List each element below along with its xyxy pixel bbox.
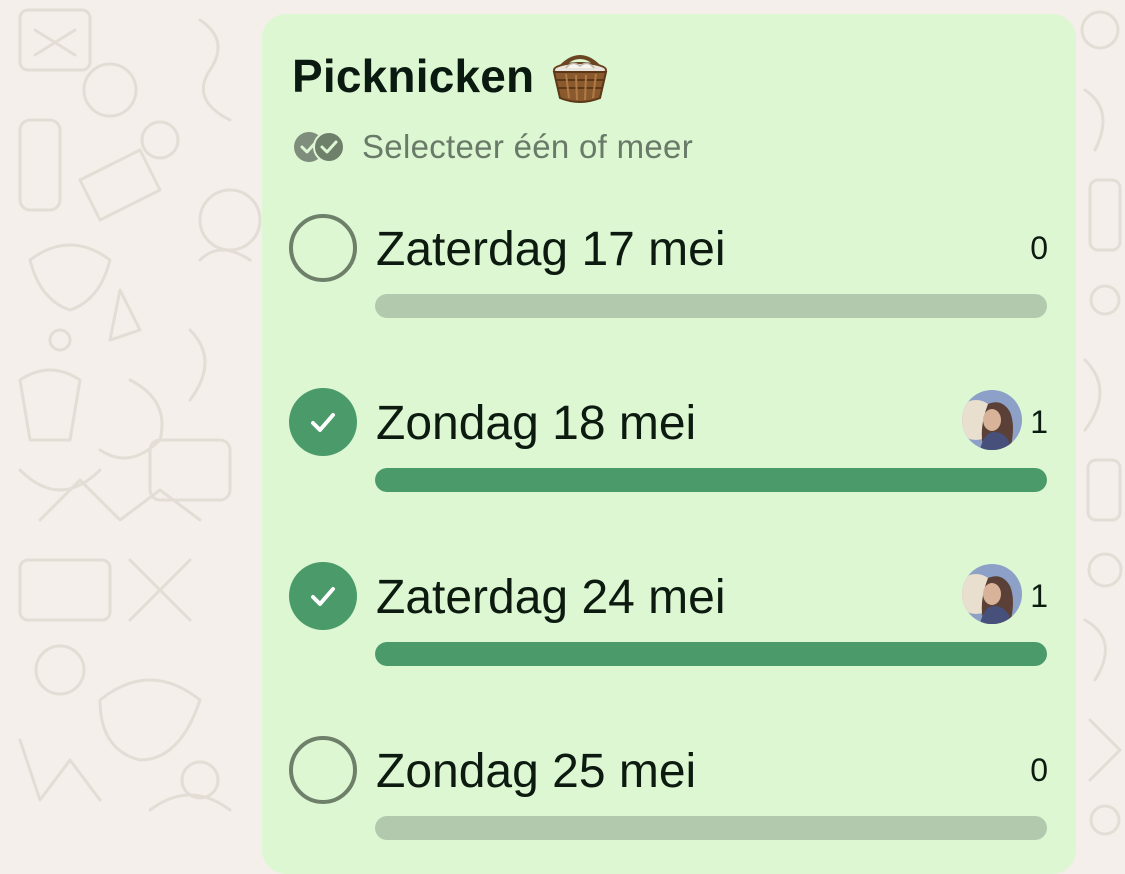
option-radio-unchecked[interactable] [289,736,357,804]
option-label: Zaterdag 24 mei [376,571,726,624]
option-vote-count: 0 [1030,752,1048,788]
option-vote-count: 1 [1030,578,1048,614]
poll-option[interactable]: Zondag 18 mei 1 [262,384,1076,504]
checkmark-icon [311,413,335,432]
poll-title: Picknicken [292,48,612,104]
poll-message-bubble: Picknicken Selecteer één of meer Zaterda… [262,14,1076,874]
option-progress-bar [375,294,1047,318]
option-vote-count: 1 [1030,404,1048,440]
poll-option[interactable]: Zaterdag 24 mei 1 [262,558,1076,678]
poll-option[interactable]: Zondag 25 mei 0 [262,732,1076,852]
option-radio-checked[interactable] [289,388,357,456]
checkmark-icon [311,587,335,606]
option-progress-fill [375,642,1047,666]
option-vote-count: 0 [1030,230,1048,266]
option-progress-bar [375,468,1047,492]
poll-title-text: Picknicken [292,50,535,102]
basket-icon [553,55,608,103]
option-radio-checked[interactable] [289,562,357,630]
option-progress-bar [375,816,1047,840]
option-label: Zondag 18 mei [376,397,697,450]
option-progress-fill [375,468,1047,492]
poll-subtitle: Selecteer één of meer [292,128,693,166]
voter-avatar[interactable] [962,564,1022,624]
poll-subtitle-text: Selecteer één of meer [362,128,693,165]
poll-option[interactable]: Zaterdag 17 mei 0 [262,210,1076,330]
option-label: Zondag 25 mei [376,745,697,798]
option-radio-unchecked[interactable] [289,214,357,282]
option-label: Zaterdag 17 mei [376,223,726,276]
option-progress-bar [375,642,1047,666]
double-check-icon [294,131,345,163]
voter-avatar[interactable] [962,390,1022,450]
